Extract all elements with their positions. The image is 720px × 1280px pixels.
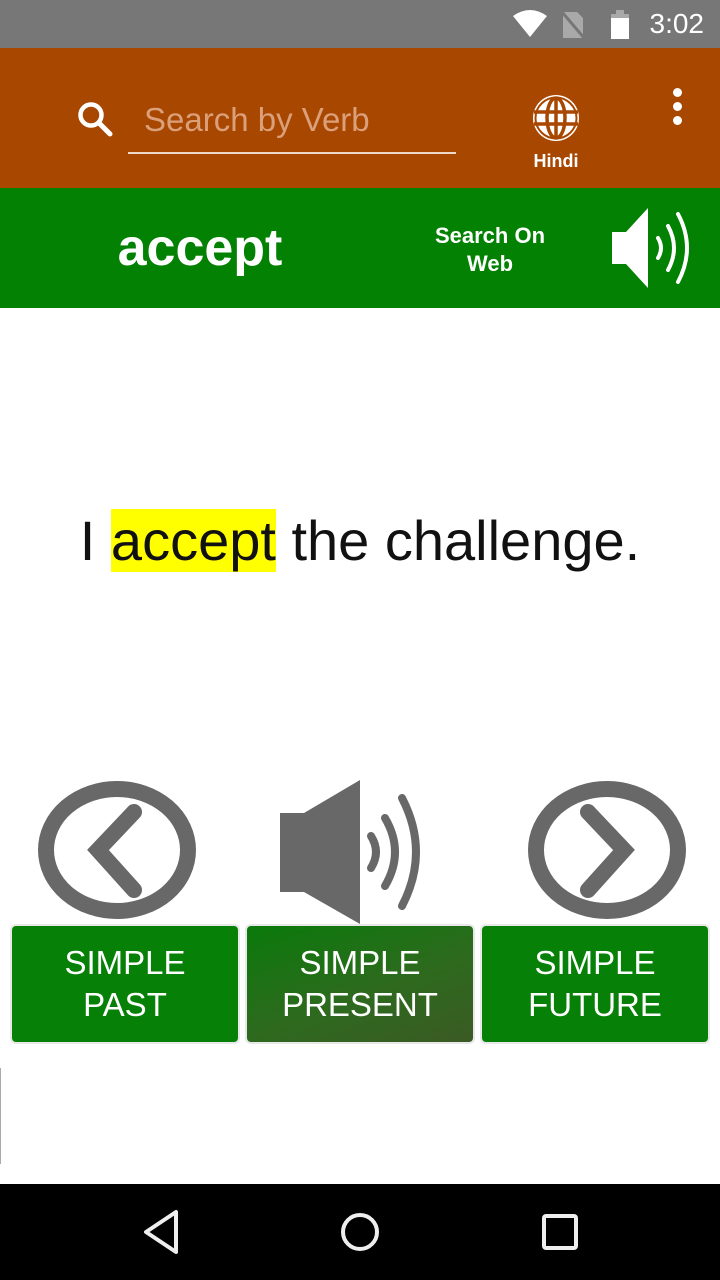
tense-selector: SIMPLE PAST SIMPLE PRESENT SIMPLE FUTURE (0, 924, 720, 1044)
search-on-web-button[interactable]: Search On Web (420, 222, 560, 278)
tense-simple-present-button[interactable]: SIMPLE PRESENT (245, 924, 475, 1044)
previous-icon[interactable] (36, 778, 198, 922)
home-icon[interactable] (338, 1208, 382, 1256)
overflow-menu-icon[interactable] (660, 84, 694, 128)
tense-label-line1: SIMPLE (64, 944, 186, 981)
tense-label-line2: PAST (83, 986, 167, 1023)
speaker-icon[interactable] (608, 206, 696, 290)
system-nav-bar (0, 1184, 720, 1280)
example-sentence: I accept the challenge. (0, 508, 720, 573)
recents-icon[interactable] (540, 1208, 580, 1256)
tense-label-line2: FUTURE (528, 986, 662, 1023)
sentence-after: the challenge. (275, 509, 641, 572)
search-web-line1: Search On (434, 223, 546, 248)
tense-label-line2: PRESENT (282, 986, 438, 1023)
toolbar: Hindi (0, 48, 720, 188)
language-label: Hindi (533, 151, 579, 171)
tense-simple-future-button[interactable]: SIMPLE FUTURE (480, 924, 710, 1044)
tense-simple-past-button[interactable]: SIMPLE PAST (10, 924, 240, 1044)
verb-title: accept (117, 219, 283, 277)
battery-icon (611, 10, 629, 39)
clock: 3:02 (649, 8, 705, 39)
playback-controls (0, 778, 720, 926)
search-web-line2: Web (466, 251, 514, 276)
back-icon[interactable] (140, 1208, 184, 1256)
next-icon[interactable] (526, 778, 688, 922)
no-sim-icon (560, 11, 586, 40)
language-button[interactable]: Hindi (520, 92, 592, 172)
search-icon[interactable] (76, 100, 116, 140)
tense-label-line1: SIMPLE (299, 944, 421, 981)
edge-divider (0, 1068, 1, 1164)
search-field[interactable] (128, 92, 456, 154)
sentence-before: I (79, 509, 111, 572)
wifi-icon (513, 10, 547, 37)
speaker-icon[interactable] (278, 778, 448, 926)
search-input[interactable] (128, 92, 456, 148)
sentence-highlight: accept (110, 509, 276, 572)
verb-bar: accept Search On Web (0, 188, 720, 308)
globe-icon (533, 95, 579, 141)
tense-label-line1: SIMPLE (534, 944, 656, 981)
status-bar: 3:02 (0, 0, 720, 48)
